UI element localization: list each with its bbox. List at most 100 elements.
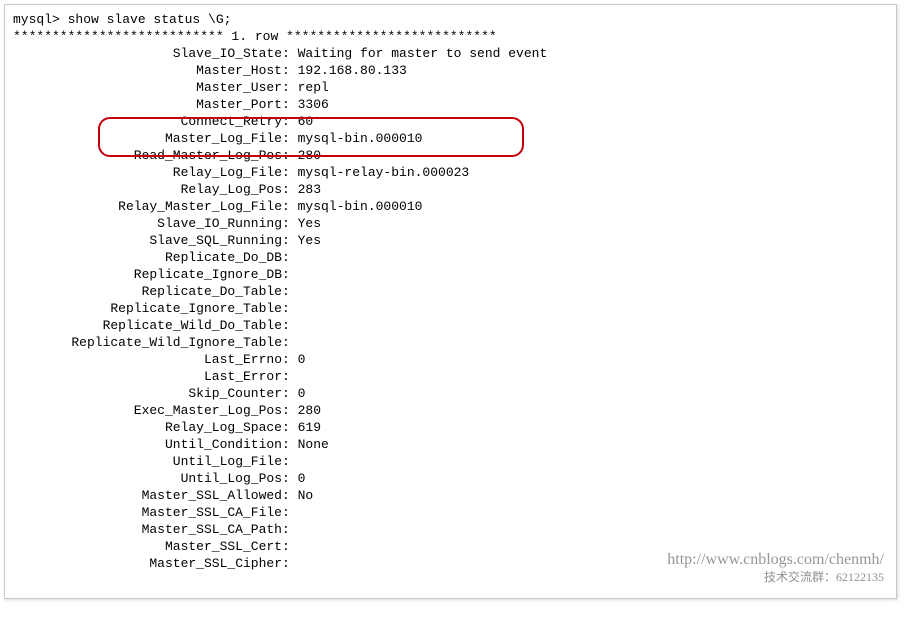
status-row: Relay_Log_File: mysql-relay-bin.000023 [13,164,888,181]
status-row: Until_Condition: None [13,436,888,453]
field-key: Connect_Retry [13,113,282,130]
status-row: Master_Log_File: mysql-bin.000010 [13,130,888,147]
field-key: Until_Log_File [13,453,282,470]
status-row: Skip_Counter: 0 [13,385,888,402]
field-value: 280 [298,402,321,419]
status-row: Master_User: repl [13,79,888,96]
separator: : [282,45,298,62]
field-value: 3306 [298,96,329,113]
separator: : [282,300,298,317]
field-value: mysql-bin.000010 [298,130,423,147]
status-row: Relay_Log_Space: 619 [13,419,888,436]
status-row: Master_SSL_Cert: [13,538,888,555]
separator: : [282,266,298,283]
field-key: Slave_SQL_Running [13,232,282,249]
terminal-output: mysql> show slave status \G; ***********… [4,4,897,599]
field-key: Replicate_Wild_Do_Table [13,317,282,334]
field-value: 0 [298,385,306,402]
separator: : [282,79,298,96]
field-value: Yes [298,215,321,232]
field-key: Last_Error [13,368,282,385]
separator: : [282,130,298,147]
field-value: No [298,487,314,504]
status-row: Replicate_Ignore_DB: [13,266,888,283]
status-row: Until_Log_Pos: 0 [13,470,888,487]
field-key: Slave_IO_State [13,45,282,62]
status-row: Slave_IO_Running: Yes [13,215,888,232]
separator: : [282,181,298,198]
status-row: Master_SSL_Allowed: No [13,487,888,504]
separator: : [282,555,298,572]
field-value: 283 [298,181,321,198]
separator: : [282,419,298,436]
field-value: Yes [298,232,321,249]
separator: : [282,538,298,555]
field-value: 619 [298,419,321,436]
separator: : [282,368,298,385]
status-row: Replicate_Wild_Ignore_Table: [13,334,888,351]
separator: : [282,164,298,181]
separator: : [282,147,298,164]
field-key: Relay_Master_Log_File [13,198,282,215]
status-row: Master_SSL_CA_File: [13,504,888,521]
field-key: Until_Log_Pos [13,470,282,487]
field-key: Master_Port [13,96,282,113]
status-row: Last_Errno: 0 [13,351,888,368]
field-value: 0 [298,470,306,487]
field-key: Relay_Log_Space [13,419,282,436]
separator: : [282,385,298,402]
field-key: Replicate_Do_Table [13,283,282,300]
field-value: Waiting for master to send event [298,45,548,62]
field-value: 280 [298,147,321,164]
status-row: Last_Error: [13,368,888,385]
row-header: *************************** 1. row *****… [13,28,888,45]
field-key: Relay_Log_File [13,164,282,181]
field-key: Replicate_Ignore_DB [13,266,282,283]
separator: : [282,96,298,113]
separator: : [282,317,298,334]
field-key: Skip_Counter [13,385,282,402]
field-key: Master_SSL_CA_Path [13,521,282,538]
field-key: Replicate_Wild_Ignore_Table [13,334,282,351]
field-key: Replicate_Ignore_Table [13,300,282,317]
field-value: 60 [298,113,314,130]
field-value: None [298,436,329,453]
field-key: Master_SSL_Cipher [13,555,282,572]
status-row: Replicate_Wild_Do_Table: [13,317,888,334]
field-key: Master_Host [13,62,282,79]
field-key: Read_Master_Log_Pos [13,147,282,164]
status-row: Master_SSL_CA_Path: [13,521,888,538]
status-row: Exec_Master_Log_Pos: 280 [13,402,888,419]
separator: : [282,351,298,368]
status-row: Relay_Master_Log_File: mysql-bin.000010 [13,198,888,215]
field-key: Exec_Master_Log_Pos [13,402,282,419]
status-row: Replicate_Ignore_Table: [13,300,888,317]
status-row: Slave_SQL_Running: Yes [13,232,888,249]
separator: : [282,453,298,470]
field-value: mysql-bin.000010 [298,198,423,215]
status-row: Replicate_Do_DB: [13,249,888,266]
separator: : [282,215,298,232]
separator: : [282,504,298,521]
status-row: Master_SSL_Cipher: [13,555,888,572]
prompt-line: mysql> show slave status \G; [13,11,888,28]
status-row: Replicate_Do_Table: [13,283,888,300]
status-row: Connect_Retry: 60 [13,113,888,130]
separator: : [282,113,298,130]
field-value: 192.168.80.133 [298,62,407,79]
separator: : [282,283,298,300]
separator: : [282,249,298,266]
separator: : [282,521,298,538]
field-value: repl [298,79,329,96]
separator: : [282,436,298,453]
status-row: Relay_Log_Pos: 283 [13,181,888,198]
status-row: Slave_IO_State: Waiting for master to se… [13,45,888,62]
field-value: 0 [298,351,306,368]
separator: : [282,232,298,249]
status-row: Read_Master_Log_Pos: 280 [13,147,888,164]
field-key: Master_User [13,79,282,96]
field-key: Master_SSL_Cert [13,538,282,555]
status-row: Master_Host: 192.168.80.133 [13,62,888,79]
field-key: Master_Log_File [13,130,282,147]
separator: : [282,334,298,351]
